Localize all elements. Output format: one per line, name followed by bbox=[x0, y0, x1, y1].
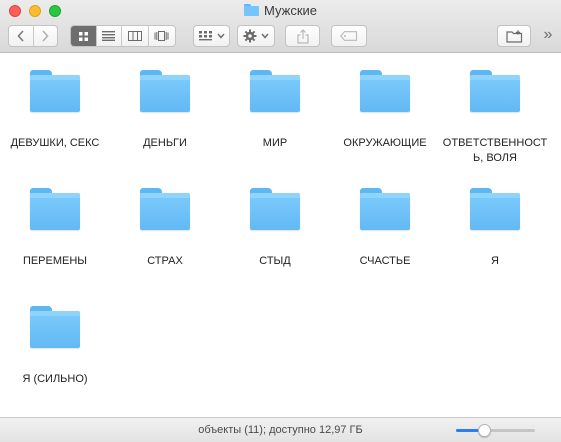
folder-icon bbox=[360, 188, 410, 230]
tag-button[interactable] bbox=[331, 25, 367, 47]
new-folder-icon bbox=[505, 29, 522, 43]
folder-icon bbox=[244, 4, 259, 16]
column-view-button[interactable] bbox=[122, 26, 149, 46]
back-button[interactable] bbox=[9, 26, 34, 46]
folder-grid: ДЕВУШКИ, СЕКС ДЕНЬГИ МИР ОКРУЖАЮЩИЕ ОТВЕ… bbox=[0, 54, 561, 417]
title-toolbar: Мужские » bbox=[0, 0, 561, 53]
folder-icon bbox=[360, 70, 410, 112]
folder-item[interactable]: Я (СИЛЬНО) bbox=[0, 290, 110, 400]
slider-knob[interactable] bbox=[477, 424, 491, 437]
folder-item[interactable]: СТРАХ bbox=[110, 172, 220, 282]
chevron-down-icon bbox=[261, 33, 269, 39]
back-forward-group bbox=[8, 25, 58, 47]
column-view-icon bbox=[127, 31, 142, 41]
folder-icon bbox=[30, 306, 80, 348]
new-folder-button[interactable] bbox=[497, 25, 531, 47]
folder-label: Я (СИЛЬНО) bbox=[22, 373, 88, 385]
folder-item[interactable]: МИР bbox=[220, 54, 330, 164]
status-bar: объекты (11); доступно 12,97 ГБ bbox=[0, 417, 561, 442]
folder-item[interactable]: ДЕВУШКИ, СЕКС bbox=[0, 54, 110, 164]
arrange-grid-icon bbox=[198, 31, 212, 41]
folder-item[interactable]: ДЕНЬГИ bbox=[110, 54, 220, 164]
share-button[interactable] bbox=[285, 25, 320, 47]
toolbar-overflow-button[interactable]: » bbox=[540, 27, 556, 43]
action-button[interactable] bbox=[237, 25, 275, 47]
folder-item[interactable]: ОКРУЖАЮЩИЕ bbox=[330, 54, 440, 164]
folder-item[interactable]: ПЕРЕМЕНЫ bbox=[0, 172, 110, 282]
folder-label: ДЕВУШКИ, СЕКС bbox=[10, 137, 100, 149]
folder-label: ОТВЕТСТВЕННОСТЬ, ВОЛЯ bbox=[442, 137, 548, 164]
finder-window: Мужские » ДЕВУШКИ, СЕКС ДЕНЬГИ МИР ОКРУЖ… bbox=[0, 0, 561, 442]
folder-icon bbox=[30, 70, 80, 112]
gear-icon bbox=[243, 29, 257, 43]
share-icon bbox=[296, 28, 309, 44]
folder-label: МИР bbox=[262, 137, 288, 149]
folder-item[interactable]: ОТВЕТСТВЕННОСТЬ, ВОЛЯ bbox=[440, 54, 550, 164]
list-view-icon bbox=[102, 31, 116, 41]
forward-button[interactable] bbox=[34, 26, 58, 46]
folder-icon bbox=[140, 188, 190, 230]
folder-icon bbox=[140, 70, 190, 112]
icon-size-slider[interactable] bbox=[456, 424, 535, 437]
folder-label: СТРАХ bbox=[147, 255, 183, 267]
folder-item[interactable]: Я bbox=[440, 172, 550, 282]
list-view-button[interactable] bbox=[97, 26, 123, 46]
coverflow-view-icon bbox=[154, 31, 169, 41]
arrange-button[interactable] bbox=[193, 25, 230, 47]
folder-label: ДЕНЬГИ bbox=[143, 137, 187, 149]
folder-item[interactable]: СТЫД bbox=[220, 172, 330, 282]
folder-item[interactable]: СЧАСТЬЕ bbox=[330, 172, 440, 282]
folder-label: СТЫД bbox=[259, 255, 291, 267]
window-title: Мужские bbox=[0, 3, 561, 18]
window-title-text: Мужские bbox=[264, 3, 317, 18]
folder-label: СЧАСТЬЕ bbox=[359, 255, 411, 267]
folder-label: ОКРУЖАЮЩИЕ bbox=[343, 137, 427, 149]
tag-icon bbox=[340, 31, 358, 41]
folder-label: ПЕРЕМЕНЫ bbox=[22, 255, 88, 267]
chevron-right-icon bbox=[42, 30, 49, 42]
folder-icon bbox=[250, 70, 300, 112]
folder-label: Я bbox=[491, 255, 499, 267]
folder-icon bbox=[30, 188, 80, 230]
view-mode-group bbox=[70, 25, 176, 47]
chevron-down-icon bbox=[216, 33, 225, 39]
icon-view-icon bbox=[78, 31, 88, 41]
coverflow-view-button[interactable] bbox=[149, 26, 175, 46]
folder-icon bbox=[470, 188, 520, 230]
chevron-left-icon bbox=[17, 30, 24, 42]
icon-view-button[interactable] bbox=[71, 26, 97, 46]
folder-icon bbox=[250, 188, 300, 230]
folder-icon bbox=[470, 70, 520, 112]
